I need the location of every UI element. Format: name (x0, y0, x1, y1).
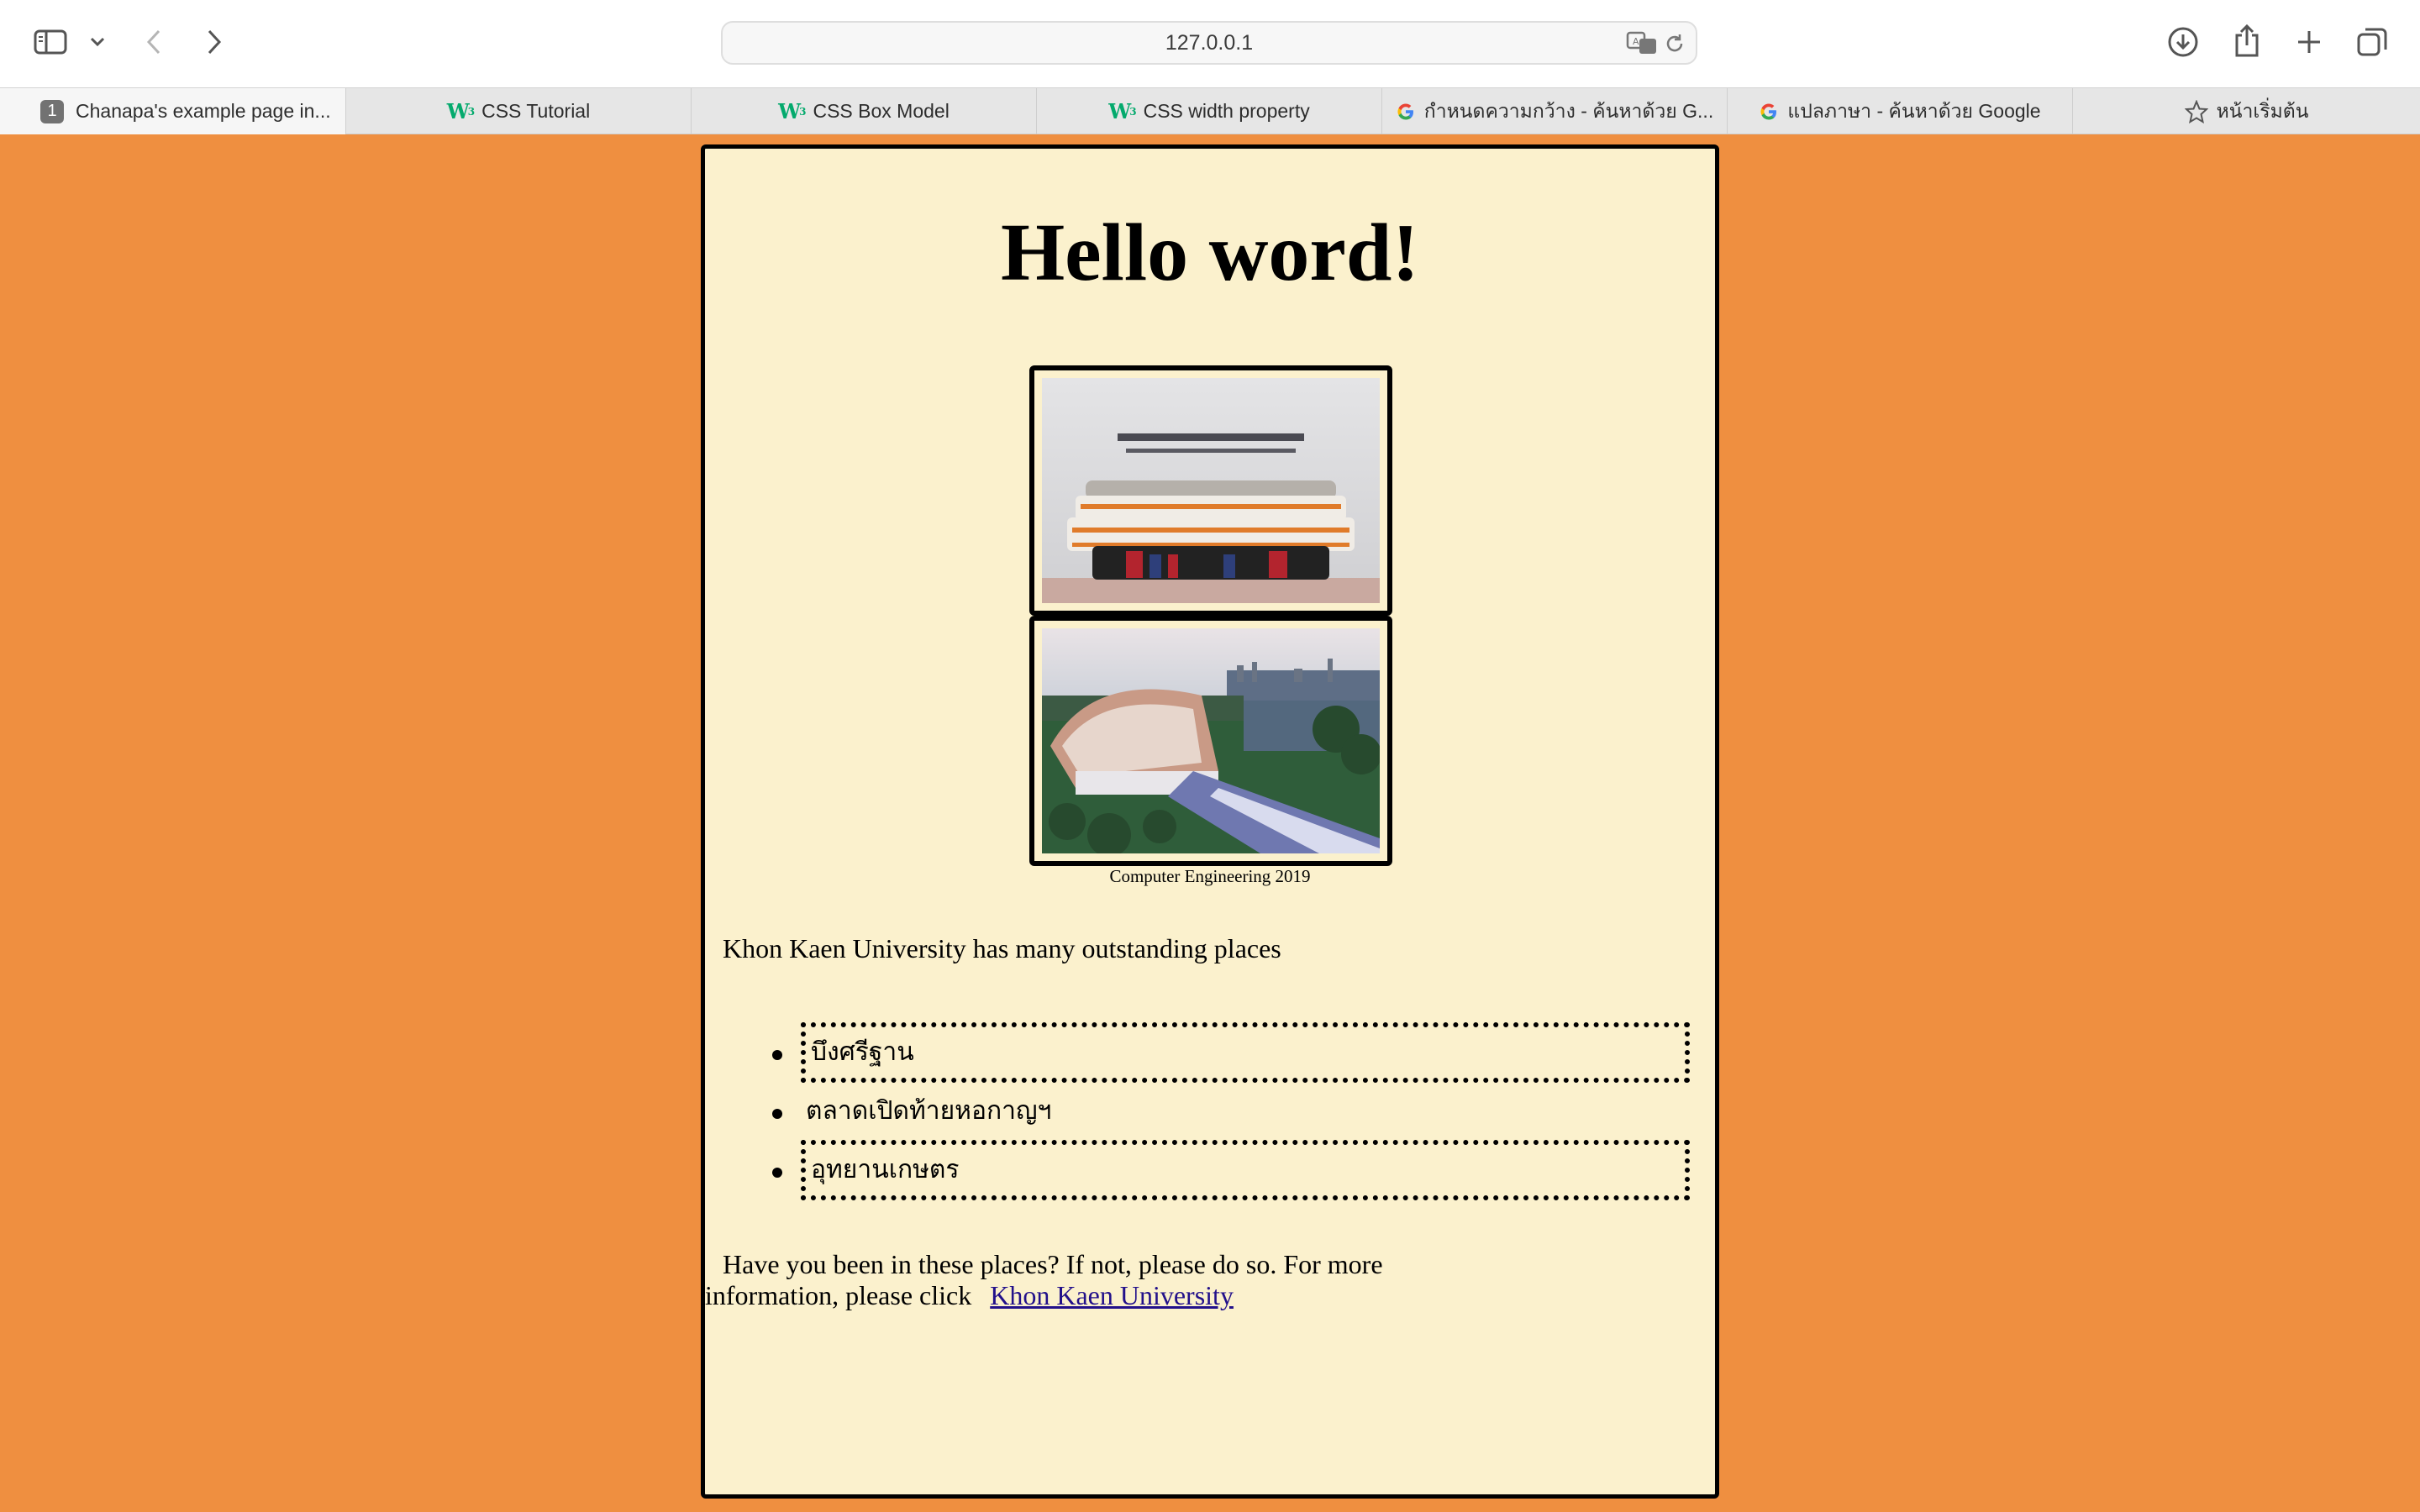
bullet-icon (772, 1050, 782, 1060)
place-name: อุทยานเกษตร (811, 1155, 960, 1184)
place-name: ตลาดเปิดท้ายหอกาญฯ (806, 1096, 1052, 1126)
list-item: บึงศรีฐาน (705, 1022, 1713, 1083)
w3schools-icon: W3 (446, 99, 475, 123)
forward-icon[interactable] (202, 27, 227, 57)
tab-label: แปลภาษา - ค้นหาด้วย Google (1787, 99, 2041, 122)
translate-icon[interactable]: A (1625, 29, 1659, 56)
campus-photo (1029, 616, 1392, 866)
sidebar-toggle-icon[interactable] (32, 27, 69, 57)
campus-photo-image (1042, 628, 1380, 853)
footer-paragraph: Have you been in these places? If not, p… (705, 1249, 1461, 1311)
bullet-icon (772, 1109, 782, 1119)
footer-line: Have you been in these places? If not, p… (723, 1249, 1383, 1279)
new-tab-icon[interactable] (2292, 25, 2326, 59)
url-text: 127.0.0.1 (1165, 31, 1254, 55)
google-icon (1759, 102, 1779, 122)
photo-caption: Computer Engineering 2019 (1109, 866, 1311, 886)
intro-text: Khon Kaen University has many outstandin… (723, 933, 1281, 963)
tab-label: กำหนดความกว้าง - ค้นหาด้วย G... (1423, 99, 1714, 122)
tab-chanapa-example[interactable]: 1 Chanapa's example page in... (0, 88, 345, 134)
tab-css-box-model[interactable]: W3 CSS Box Model (691, 88, 1036, 134)
tab-google-translate[interactable]: แปลภาษา - ค้นหาด้วย Google (1727, 88, 2072, 134)
kku-link[interactable]: Khon Kaen University (990, 1280, 1234, 1310)
list-item: อุทยานเกษตร (705, 1140, 1713, 1200)
tab-label: CSS Tutorial (481, 100, 591, 122)
reload-icon[interactable] (1662, 31, 1687, 56)
w3schools-icon: W3 (1108, 99, 1136, 123)
group-photo-image (1042, 378, 1380, 603)
w3schools-icon: W3 (778, 99, 806, 123)
address-bar[interactable]: 127.0.0.1 A (721, 21, 1697, 65)
back-icon[interactable] (141, 27, 166, 57)
dotted-border (801, 1022, 1690, 1083)
tab-css-tutorial[interactable]: W3 CSS Tutorial (345, 88, 691, 134)
page-number-badge: 1 (40, 99, 64, 123)
tab-css-width-property[interactable]: W3 CSS width property (1036, 88, 1381, 134)
share-icon[interactable] (2230, 22, 2264, 60)
tab-label: หน้าเริ่มต้น (2216, 99, 2309, 122)
google-icon (1396, 102, 1416, 122)
list-item: ตลาดเปิดท้ายหอกาญฯ (705, 1081, 1713, 1142)
tab-google-search-width[interactable]: กำหนดความกว้าง - ค้นหาด้วย G... (1381, 88, 1727, 134)
tab-start-page[interactable]: หน้าเริ่มต้น (2072, 88, 2420, 134)
footer-line: information, please click (705, 1280, 972, 1310)
svg-text:A: A (1633, 36, 1639, 47)
star-icon (2184, 99, 2208, 123)
downloads-icon[interactable] (2166, 25, 2200, 59)
tab-label: CSS Box Model (813, 100, 950, 122)
bullet-icon (772, 1168, 782, 1178)
page-title: Hello word! (1000, 207, 1420, 298)
content-card: Hello word! Computer Engineering 2019 Kh… (701, 144, 1719, 1499)
chevron-down-icon[interactable] (87, 32, 108, 52)
place-name: บึงศรีฐาน (811, 1037, 914, 1067)
tab-bar: 1 Chanapa's example page in... W3 CSS Tu… (0, 87, 2420, 134)
browser-toolbar: 127.0.0.1 A (0, 0, 2420, 87)
tab-label: CSS width property (1143, 100, 1310, 122)
group-photo (1029, 365, 1392, 616)
tab-label: Chanapa's example page in... (76, 100, 331, 122)
tab-overview-icon[interactable] (2354, 25, 2390, 59)
